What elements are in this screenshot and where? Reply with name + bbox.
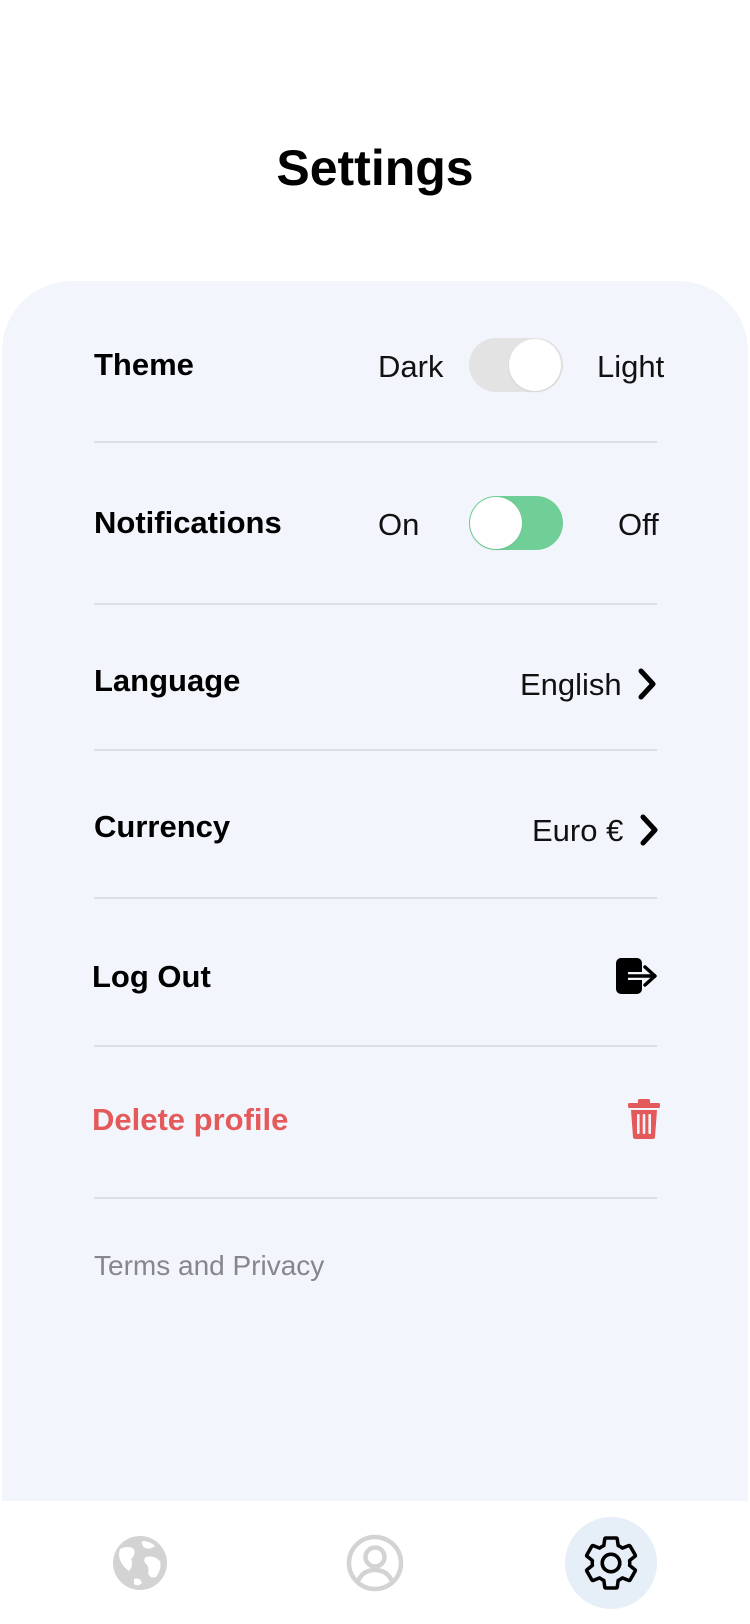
profile-icon bbox=[346, 1534, 404, 1592]
theme-light-option[interactable]: Light bbox=[597, 347, 664, 387]
divider bbox=[94, 1045, 657, 1047]
tab-settings[interactable] bbox=[565, 1517, 657, 1609]
chevron-right-icon[interactable] bbox=[636, 666, 660, 702]
theme-toggle-knob bbox=[509, 339, 561, 391]
divider bbox=[94, 1197, 657, 1199]
page-title: Settings bbox=[276, 140, 474, 196]
divider bbox=[94, 441, 657, 443]
logout-icon[interactable] bbox=[614, 956, 660, 996]
bottom-tab-bar bbox=[0, 1501, 750, 1624]
trash-icon[interactable] bbox=[627, 1098, 661, 1140]
settings-panel bbox=[2, 281, 748, 1501]
notifications-label: Notifications bbox=[94, 505, 282, 540]
divider bbox=[94, 897, 657, 899]
tab-explore[interactable] bbox=[94, 1517, 186, 1609]
tab-profile[interactable] bbox=[329, 1517, 421, 1609]
terms-and-privacy-link[interactable]: Terms and Privacy bbox=[94, 1248, 324, 1284]
language-value: English bbox=[520, 667, 622, 702]
notifications-on-option[interactable]: On bbox=[378, 505, 419, 545]
logout-label[interactable]: Log Out bbox=[92, 957, 211, 997]
settings-screen: Settings Theme Dark Light Notifications … bbox=[0, 0, 750, 1624]
notifications-toggle-knob bbox=[470, 497, 522, 549]
notifications-off-option[interactable]: Off bbox=[618, 505, 659, 545]
divider bbox=[94, 603, 657, 605]
currency-label: Currency bbox=[94, 809, 231, 844]
delete-profile-label[interactable]: Delete profile bbox=[92, 1100, 288, 1140]
notifications-toggle[interactable] bbox=[469, 496, 563, 550]
chevron-right-icon[interactable] bbox=[638, 812, 662, 848]
gear-icon bbox=[584, 1536, 638, 1590]
currency-value: Euro € bbox=[532, 813, 624, 848]
globe-icon bbox=[113, 1536, 167, 1590]
divider bbox=[94, 749, 657, 751]
theme-label: Theme bbox=[94, 347, 194, 382]
theme-dark-option[interactable]: Dark bbox=[378, 347, 443, 387]
language-label: Language bbox=[94, 663, 241, 698]
theme-toggle[interactable] bbox=[469, 338, 563, 392]
